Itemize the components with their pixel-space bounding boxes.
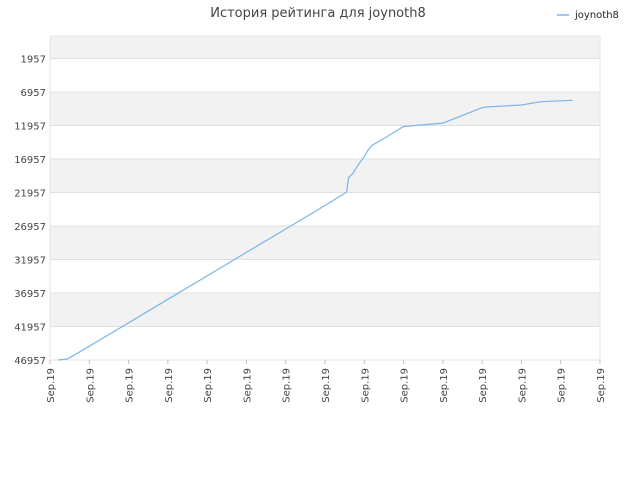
y-tick-label: 21957 (14, 188, 46, 199)
x-tick-label: Sep.19 (125, 368, 136, 403)
x-tick-label: Sep.19 (321, 368, 332, 403)
y-tick-label: 31957 (14, 255, 46, 266)
y-tick-label: 46957 (14, 356, 46, 367)
plot-band (50, 158, 600, 193)
plot-bands (50, 36, 600, 360)
x-tick-label: Sep.19 (203, 368, 214, 403)
plot-band (50, 36, 600, 59)
y-tick-label: 26957 (14, 222, 46, 233)
y-axis: 1957 6957 11957 16957 21957 26957 31957 36957 41… (14, 54, 46, 367)
x-tick-label: Sep.19 (478, 368, 489, 403)
legend-label: joynoth8 (574, 10, 619, 21)
x-tick-label: Sep.19 (360, 368, 371, 403)
y-tick-label: 41957 (14, 322, 46, 333)
plot-band (50, 225, 600, 260)
x-tick-label: Sep.19 (242, 368, 253, 403)
x-tick-label: Sep.19 (164, 368, 175, 403)
rating-chart: История рейтинга для joynoth8 1957 6957 11… (14, 6, 619, 403)
x-axis: Sep.19 Sep.19 Sep.19 Sep.19 Sep.19 Sep.19 Sep.… (46, 360, 607, 403)
y-tick-label: 6957 (21, 88, 46, 99)
y-tick-label: 16957 (14, 155, 46, 166)
legend[interactable]: joynoth8 (557, 10, 619, 21)
x-tick-label: Sep.19 (400, 368, 411, 403)
x-tick-label: Sep.19 (282, 368, 293, 403)
x-tick-label: Sep.19 (517, 368, 528, 403)
plot-band (50, 292, 600, 327)
x-tick-label: Sep.19 (596, 368, 607, 403)
y-tick-label: 36957 (14, 289, 46, 300)
plot-band (50, 91, 600, 126)
chart-title: История рейтинга для joynoth8 (210, 6, 426, 21)
x-tick-label: Sep.19 (439, 368, 450, 403)
x-tick-label: Sep.19 (85, 368, 96, 403)
x-tick-label: Sep.19 (557, 368, 568, 403)
x-tick-label: Sep.19 (46, 368, 57, 403)
y-tick-label: 1957 (21, 54, 46, 65)
y-tick-label: 11957 (14, 121, 46, 132)
